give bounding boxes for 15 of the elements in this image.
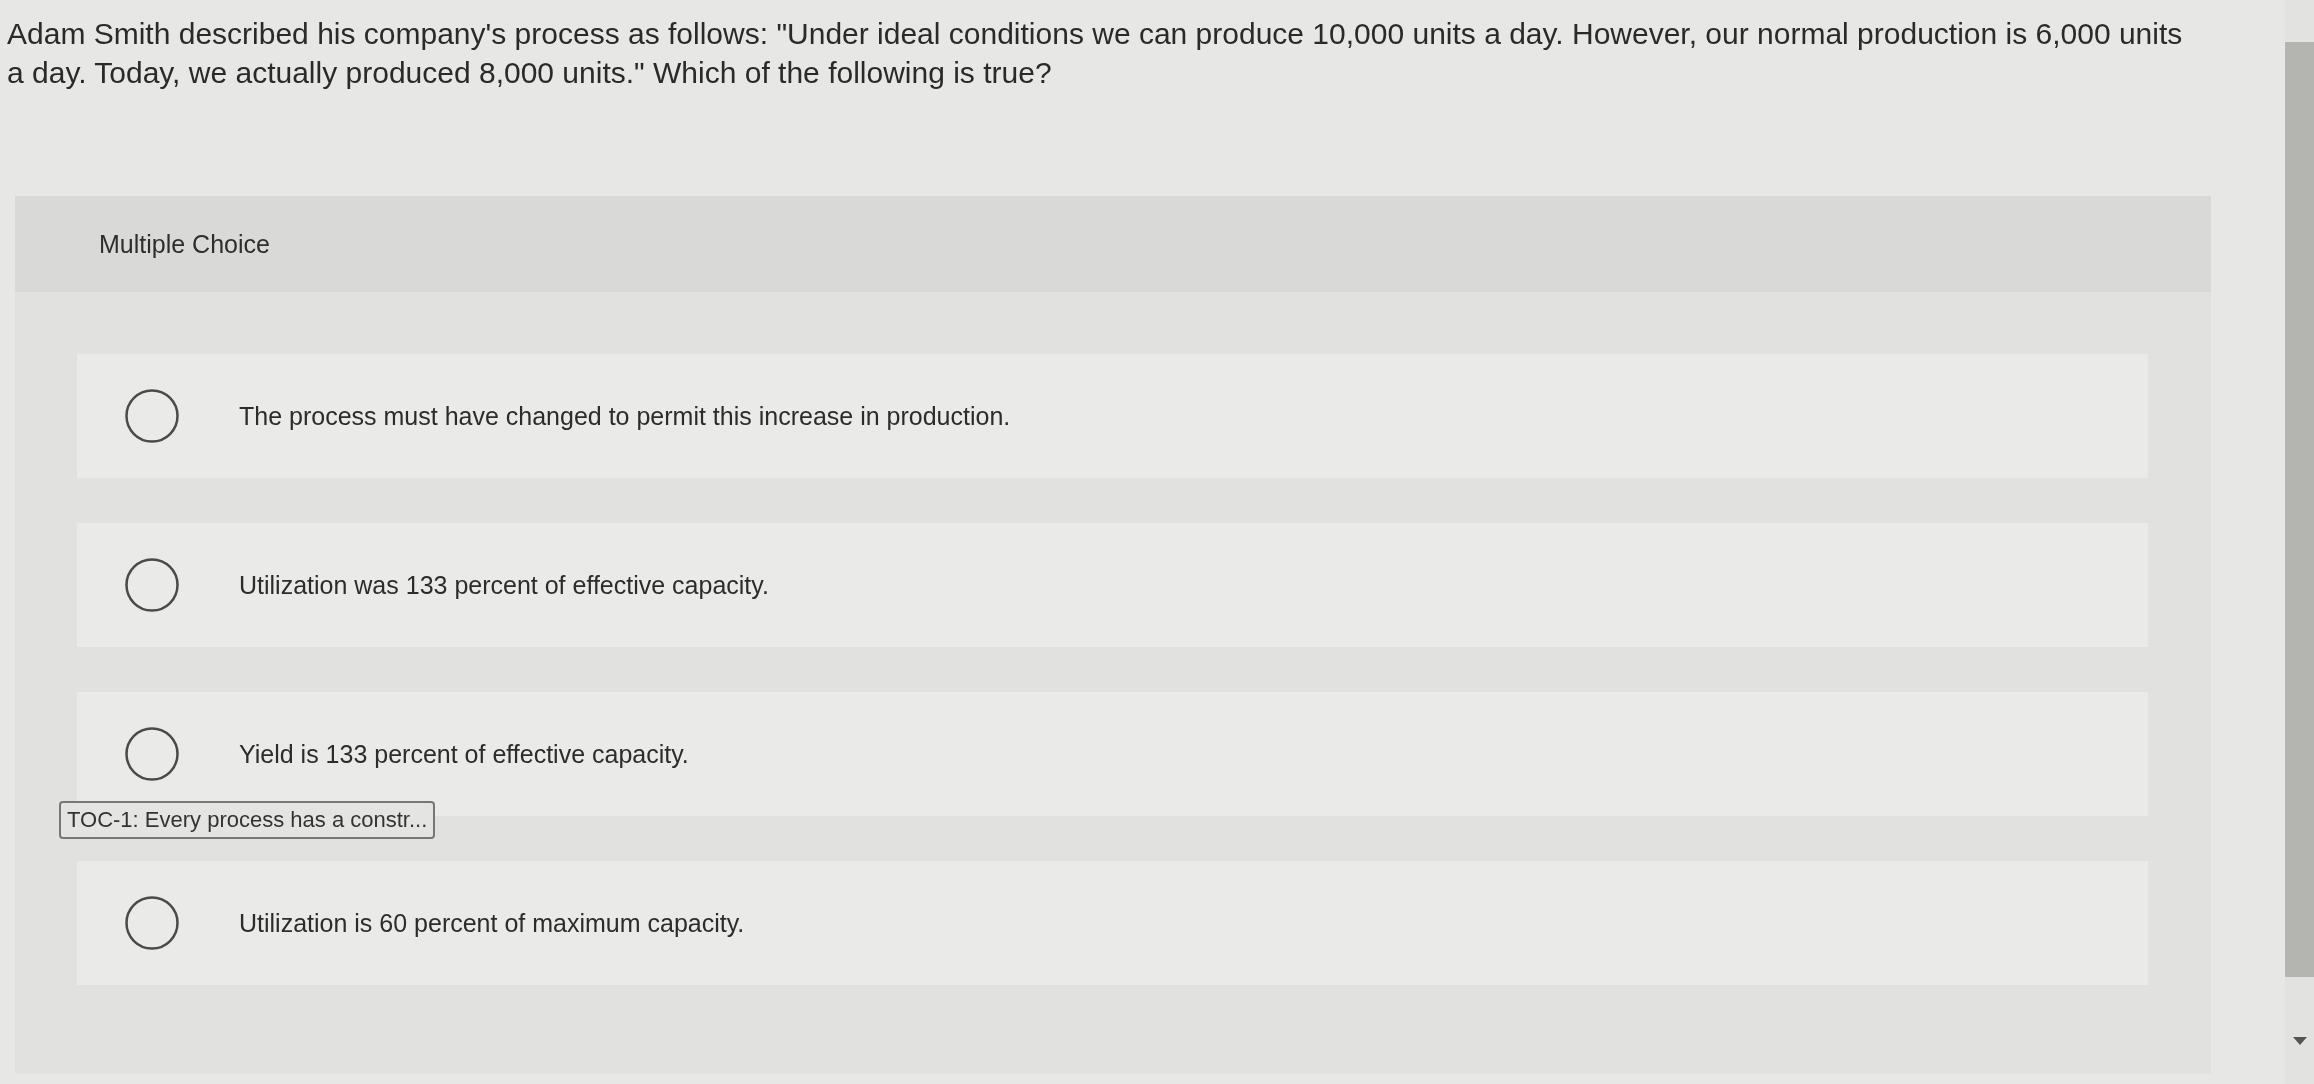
answer-option[interactable]: Utilization was 133 percent of effective capacity.	[77, 523, 2148, 647]
radio-button[interactable]	[125, 558, 179, 612]
option-label: Yield is 133 percent of effective capacity.	[239, 739, 689, 769]
question-text: Adam Smith described his company's process as follows: "Under ideal conditions we can produce 10,000 units a day. However, our normal production is 6,000 units a day. Today, we actually produced 8,000 units." Which of the following is true?	[7, 16, 2184, 91]
option-label: Utilization is 60 percent of maximum capacity.	[239, 908, 745, 938]
option-label: Utilization was 133 percent of effective capacity.	[239, 570, 769, 600]
answer-option[interactable]: Utilization is 60 percent of maximum capacity.	[77, 861, 2148, 985]
radio-button[interactable]	[125, 727, 179, 781]
answer-option[interactable]: The process must have changed to permit this increase in production.	[77, 354, 2148, 478]
radio-button[interactable]	[125, 389, 179, 443]
tooltip: TOC-1: Every process has a constr...	[59, 801, 436, 839]
radio-button[interactable]	[125, 896, 179, 950]
section-heading: Multiple Choice	[99, 229, 270, 259]
option-label: The process must have changed to permit this increase in production.	[239, 401, 1011, 431]
scroll-down-arrow-icon[interactable]	[2292, 1037, 2307, 1045]
